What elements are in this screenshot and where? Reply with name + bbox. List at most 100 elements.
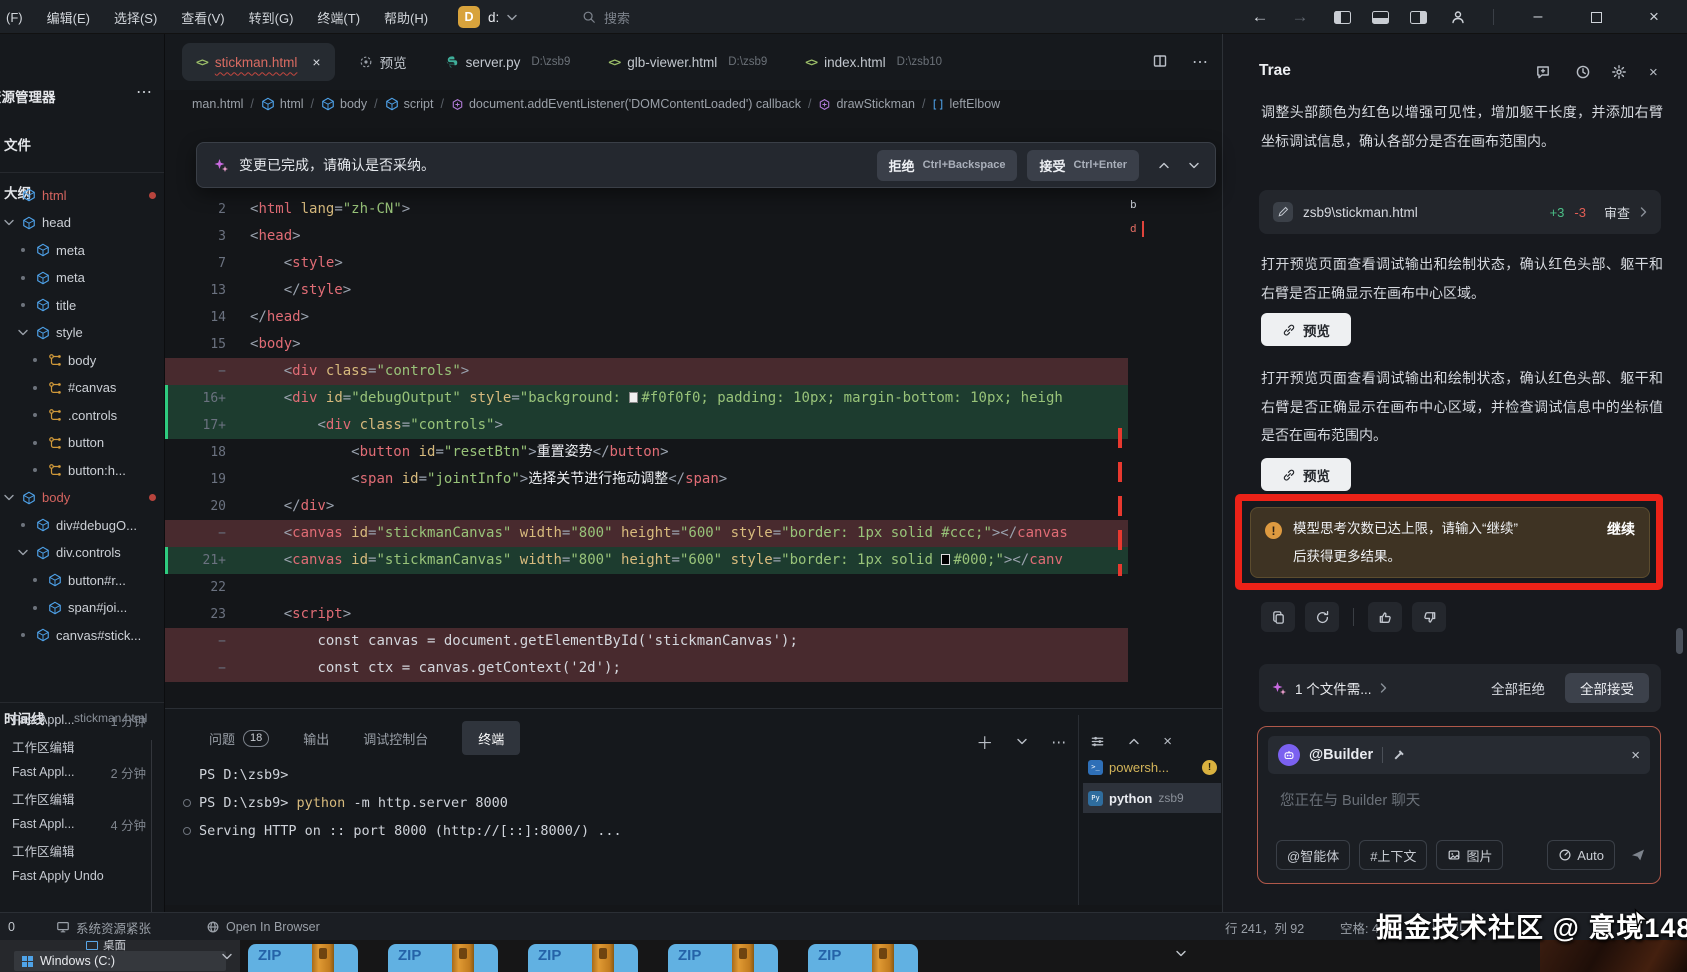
maximize-panel-icon[interactable] [1129,738,1139,745]
timeline-item[interactable]: 工作区编辑 [12,734,152,758]
files-section-header[interactable]: 文件 [4,134,31,154]
breadcrumb-item[interactable]: drawStickman [818,97,915,111]
chevron-expand-icon[interactable] [2,494,16,501]
timeline-item[interactable]: Fast Appl...4 分钟 [12,812,152,836]
copy-button[interactable] [1261,602,1295,632]
reject-button[interactable]: 拒绝Ctrl+Backspace [877,150,1018,181]
outline-item-div#debugO...[interactable]: div#debugO... [0,512,165,538]
chevron-expand-icon[interactable] [16,329,30,336]
preview-button-2[interactable]: 预览 [1261,458,1351,491]
panel-tab-问题[interactable]: 问题18 [209,729,269,748]
zip-file-icon[interactable]: ZIP [248,944,358,972]
toggle-panel-button[interactable] [1368,0,1392,34]
tools-hammer-icon[interactable] [1392,748,1406,762]
scroll-chevron-icon[interactable] [1176,950,1186,957]
changed-file-card[interactable]: zsb9\stickman.html +3 -3 审查 [1259,190,1661,234]
indent-indicator[interactable]: 空格: 4 [1340,913,1379,941]
status-count[interactable]: 0 [8,913,15,941]
tab-index.html[interactable]: <>index.htmlD:\zsb10 [791,43,956,81]
explorer-more-icon[interactable]: ⋯ [136,82,152,102]
split-editor-icon[interactable] [1152,52,1168,70]
outline-item-meta[interactable]: meta [0,237,165,263]
accept-all-button[interactable]: 全部接受 [1565,673,1649,703]
toggle-sidebar-button[interactable] [1330,0,1354,34]
thumbs-down-button[interactable] [1412,602,1446,632]
resource-status[interactable]: 系统资源紧张 [56,913,151,941]
outline-item-button:h...[interactable]: button:h... [0,457,165,483]
gear-icon[interactable] [1611,64,1627,80]
chevron-expand-icon[interactable] [16,549,30,556]
reject-all-button[interactable]: 全部拒绝 [1491,678,1545,698]
close-panel-icon[interactable]: × [1163,733,1172,750]
menu-item[interactable]: 终端(T) [317,8,360,27]
panel-tab-终端[interactable]: 终端 [462,721,520,755]
accept-button[interactable]: 接受Ctrl+Enter [1027,150,1139,181]
prev-change-icon[interactable] [1159,162,1169,169]
timeline-item[interactable]: Fast Apply Undo [12,864,152,888]
breadcrumb-item[interactable]: man.html [192,97,243,111]
breadcrumb-item[interactable]: html [261,97,304,111]
outline-item-button#r...[interactable]: button#r... [0,567,165,593]
model-auto-chip[interactable]: Auto [1547,840,1615,870]
panel-tab-输出[interactable]: 输出 [303,729,329,748]
scrollbar-thumb[interactable] [1676,628,1683,654]
outline-item-button[interactable]: button [0,430,165,456]
menu-item[interactable]: 选择(S) [114,8,157,27]
account-icon[interactable] [1446,0,1470,34]
outline-item-title[interactable]: title [0,292,165,318]
search-box[interactable]: 搜索 [582,0,630,34]
timeline-item[interactable]: Fast Appl...1 分钟 [12,708,152,732]
zip-file-icon[interactable]: ZIP [388,944,498,972]
new-terminal-icon[interactable]: ＋ [976,729,993,754]
new-chat-icon[interactable] [1535,64,1551,80]
outline-item-div.controls[interactable]: div.controls [0,540,165,566]
panel-tab-调试控制台[interactable]: 调试控制台 [363,729,428,748]
outline-item-style[interactable]: style [0,320,165,346]
scroll-chevron-icon[interactable] [222,953,232,960]
next-change-icon[interactable] [1189,162,1199,169]
outline-item-.controls[interactable]: .controls [0,402,165,428]
breadcrumb-item[interactable]: script [385,97,434,111]
outline-item-html[interactable]: html [0,182,165,208]
terminal-output[interactable]: PS D:\zsb9>PS D:\zsb9> python -m http.se… [183,761,622,845]
nav-forward-button[interactable]: → [1288,0,1312,34]
tab-预览[interactable]: 预览 [345,43,421,81]
zip-file-icon[interactable]: ZIP [528,944,638,972]
review-link[interactable]: 审查 [1604,203,1630,222]
outline-item-body[interactable]: body [0,485,165,511]
outline-item-span#joi...[interactable]: span#joi... [0,595,165,621]
menu-item[interactable]: (F) [6,10,23,25]
chat-input-card[interactable]: @Builder × 您正在与 Builder 聊天 @智能体#上下文图片Aut… [1257,726,1661,884]
zip-file-icon[interactable]: ZIP [668,944,778,972]
outline-item-canvas#stick...[interactable]: canvas#stick... [0,622,165,648]
history-icon[interactable] [1575,64,1591,80]
chevron-right-icon[interactable] [1380,683,1387,693]
open-in-browser-button[interactable]: Open In Browser [206,913,320,941]
close-agent-icon[interactable]: × [1631,747,1640,764]
menu-item[interactable]: 转到(G) [249,8,294,27]
chevron-expand-icon[interactable] [2,219,16,226]
nav-back-button[interactable]: ← [1248,0,1272,34]
editor-more-icon[interactable]: ⋯ [1192,52,1208,72]
breadcrumb-item[interactable]: document.addEventListener('DOMContentLoa… [451,97,801,111]
timeline-item[interactable]: Fast Appl...2 分钟 [12,760,152,784]
menu-item[interactable]: 帮助(H) [384,8,428,27]
chat-chip-图片[interactable]: 图片 [1436,840,1503,870]
outline-item-head[interactable]: head [0,210,165,236]
chat-chip-#上下文[interactable]: #上下文 [1359,840,1427,870]
tab-glb-viewer.html[interactable]: <>glb-viewer.htmlD:\zsb9 [594,43,781,81]
menu-item[interactable]: 编辑(E) [47,8,90,27]
terminal-picker-icon[interactable] [1017,738,1027,745]
code-editor[interactable]: 2<html lang="zh-CN">3<head>7 <style>13 <… [165,196,1128,708]
regenerate-button[interactable] [1305,602,1339,632]
chat-input-placeholder[interactable]: 您正在与 Builder 聊天 [1280,789,1420,810]
window-minimize-button[interactable]: – [1518,0,1558,34]
window-maximize-button[interactable] [1576,0,1616,34]
chat-chip-@智能体[interactable]: @智能体 [1276,840,1350,870]
terminal-instance-powersh...[interactable]: >_powersh...! [1083,753,1221,781]
breadcrumb-item[interactable]: body [321,97,367,111]
outline-item-meta[interactable]: meta [0,265,165,291]
workspace-switcher[interactable]: D d: [458,6,517,28]
outline-item-body[interactable]: body [0,347,165,373]
zip-file-icon[interactable]: ZIP [808,944,918,972]
